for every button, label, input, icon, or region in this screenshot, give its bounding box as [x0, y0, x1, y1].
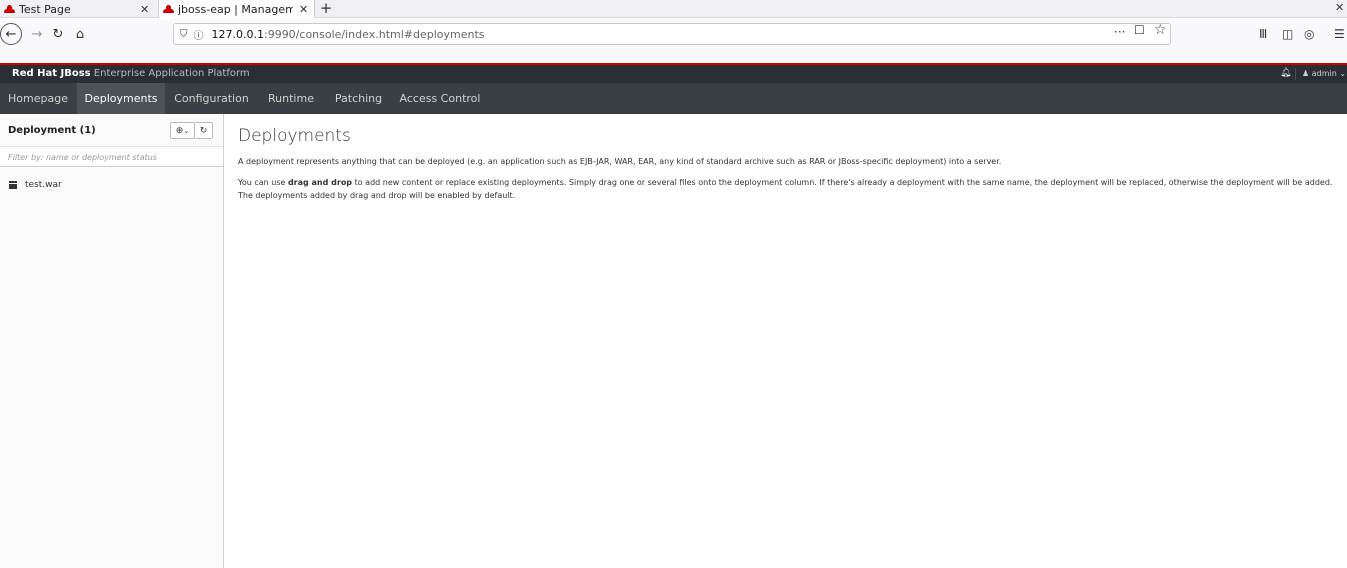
- close-tab-icon[interactable]: ✕: [299, 3, 308, 16]
- more-icon[interactable]: ···: [1114, 25, 1125, 39]
- tab-title: jboss-eap | Management: [178, 2, 293, 16]
- brand-title: Red Hat JBoss Enterprise Application Pla…: [12, 68, 250, 79]
- nav-tab-patching[interactable]: Patching: [325, 83, 392, 114]
- drag-drop-paragraph: You can use drag and drop to add new con…: [238, 176, 1333, 202]
- browser-tab-strip: Test Page ✕ jboss-eap | Management ✕ + ✕: [0, 0, 1347, 18]
- user-icon: ♟: [1302, 69, 1310, 78]
- list-item[interactable]: test.war: [0, 177, 223, 193]
- add-deployment-button[interactable]: ⊕ ⌄: [170, 122, 195, 139]
- refresh-button[interactable]: ↻: [195, 122, 213, 139]
- brand-product: Enterprise Application Platform: [90, 68, 250, 79]
- sidebar-icon[interactable]: ◫: [1282, 27, 1293, 41]
- add-circle-icon: ⊕: [175, 125, 184, 136]
- url-path: :9990/console/index.html#deployments: [263, 27, 485, 41]
- desc-text: You can use: [238, 178, 288, 187]
- window-close-icon[interactable]: ✕: [1335, 1, 1344, 14]
- nav-tab-access-control[interactable]: Access Control: [393, 83, 487, 114]
- main-navigation: Homepage Deployments Configuration Runti…: [0, 83, 1347, 114]
- tab-title: Test Page: [19, 2, 71, 16]
- browser-tab-test-page[interactable]: Test Page ✕: [0, 0, 158, 18]
- library-icon[interactable]: Ⅲ: [1259, 27, 1267, 41]
- refresh-icon: ↻: [199, 125, 208, 136]
- reload-icon[interactable]: ↻: [47, 23, 69, 45]
- url-bar[interactable]: ⛉ ⓘ 127.0.0.1:9990/console/index.html#de…: [173, 23, 1171, 45]
- deployment-name: test.war: [25, 180, 62, 190]
- nav-tab-homepage[interactable]: Homepage: [0, 83, 76, 114]
- archive-icon: [9, 181, 17, 189]
- column-title: Deployment (1): [8, 125, 96, 136]
- home-icon[interactable]: ⌂: [69, 23, 91, 45]
- header-divider: [1295, 68, 1296, 80]
- desc-emphasis: drag and drop: [287, 178, 353, 187]
- filter-input[interactable]: [0, 149, 223, 167]
- url-host: 127.0.0.1: [211, 27, 264, 41]
- star-icon[interactable]: ☆: [1154, 22, 1167, 38]
- nav-tab-deployments[interactable]: Deployments: [77, 83, 165, 114]
- close-tab-icon[interactable]: ✕: [140, 3, 149, 16]
- deployment-column: Deployment (1) ⊕⌄ ↻ test.war: [0, 114, 224, 568]
- menu-icon[interactable]: ☰: [1334, 27, 1345, 41]
- pocket-icon[interactable]: ☐: [1134, 23, 1145, 37]
- brand-bar: Red Hat JBoss Enterprise Application Pla…: [0, 65, 1347, 83]
- page-title: Deployments: [238, 126, 351, 146]
- forward-icon[interactable]: →: [26, 23, 48, 45]
- description-paragraph: A deployment represents anything that ca…: [238, 157, 1002, 166]
- account-icon[interactable]: ◎: [1304, 27, 1314, 41]
- info-icon[interactable]: ⓘ: [194, 27, 204, 42]
- nav-tab-runtime[interactable]: Runtime: [258, 83, 324, 114]
- chevron-down-icon: ⌄: [183, 126, 190, 135]
- shield-icon[interactable]: ⛉: [180, 29, 188, 40]
- redhat-favicon-icon: [163, 5, 174, 13]
- column-header: Deployment (1) ⊕ ⌄ ↻: [0, 114, 223, 147]
- new-tab-icon[interactable]: +: [318, 0, 334, 17]
- redhat-favicon-icon: [4, 5, 15, 13]
- back-icon[interactable]: ←: [0, 23, 22, 45]
- chevron-down-icon: ⌄: [1339, 69, 1347, 78]
- user-menu[interactable]: ♟ admin ⌄: [1302, 69, 1346, 78]
- brand-name: Red Hat JBoss: [12, 68, 91, 79]
- nav-tab-configuration[interactable]: Configuration: [166, 83, 257, 114]
- user-name: admin: [1311, 69, 1337, 78]
- browser-toolbar: ← → ↻ ⌂ ⛉ ⓘ 127.0.0.1:9990/console/index…: [0, 19, 1347, 63]
- notifications-bell-icon[interactable]: 🔔︎: [1280, 68, 1291, 78]
- browser-tab-management[interactable]: jboss-eap | Management ✕: [158, 0, 315, 18]
- desc-text: to add new content or replace existing d…: [238, 178, 1333, 200]
